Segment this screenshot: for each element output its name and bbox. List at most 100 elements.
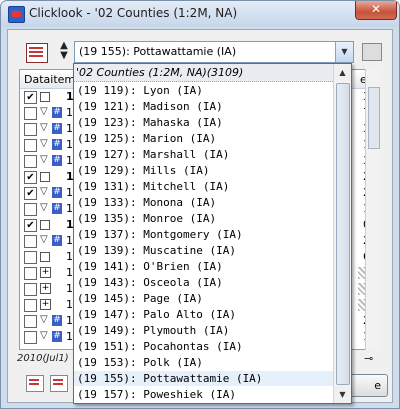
dropdown-item-label: (19 157): Poweshiek (IA)	[77, 388, 236, 401]
title-bar[interactable]: Clicklook - '02 Counties (1:2M, NA) ✕	[1, 1, 399, 27]
dropdown-item[interactable]: (19 151): Pocahontas (IA)	[74, 339, 333, 354]
expand-triangle-icon[interactable]: ▽	[40, 106, 48, 117]
dropdown-item-label: (19 143): Osceola (IA)	[77, 276, 223, 289]
layer-square-icon	[40, 172, 50, 182]
dropdown-item-label: (19 121): Madison (IA)	[77, 100, 223, 113]
down-arrow-icon[interactable]: ▼	[58, 51, 70, 61]
layer-square-icon	[40, 252, 50, 262]
expand-triangle-icon[interactable]: ▽	[40, 234, 48, 245]
combo-dropdown-list[interactable]: '02 Counties (1:2M, NA)(3109) ▲ ▼ (19 11…	[73, 63, 352, 404]
row-checkbox[interactable]	[24, 107, 37, 120]
number-attribute-icon: #	[52, 107, 62, 118]
dropdown-item[interactable]: (19 145): Page (IA)	[74, 291, 333, 306]
number-attribute-icon: #	[52, 123, 62, 134]
dropdown-item[interactable]: (19 119): Lyon (IA)	[74, 83, 333, 98]
dropdown-item[interactable]: (19 153): Polk (IA)	[74, 355, 333, 370]
dropdown-item[interactable]: (19 139): Muscatine (IA)	[74, 243, 333, 258]
row-checkbox[interactable]	[24, 331, 37, 344]
expand-triangle-icon[interactable]: ▽	[40, 202, 48, 213]
row-checkbox[interactable]	[24, 203, 37, 216]
row-checkbox[interactable]	[24, 139, 37, 152]
expand-triangle-icon[interactable]: ▽	[40, 138, 48, 149]
number-attribute-icon: #	[52, 331, 62, 342]
scroll-down-icon[interactable]: ▼	[334, 386, 351, 403]
number-attribute-icon: #	[52, 139, 62, 150]
expand-triangle-icon[interactable]: ▽	[40, 154, 48, 165]
dropdown-item[interactable]: (19 129): Mills (IA)	[74, 163, 333, 178]
dropdown-item[interactable]: (19 127): Marshall (IA)	[74, 147, 333, 162]
layer-square-icon	[40, 220, 50, 230]
dropdown-item-label: (19 145): Page (IA)	[77, 292, 203, 305]
expand-plus-icon[interactable]: +	[40, 267, 51, 278]
expand-triangle-icon[interactable]: ▽	[40, 122, 48, 133]
expand-plus-icon[interactable]: +	[40, 299, 51, 310]
expand-triangle-icon[interactable]: ▽	[40, 186, 48, 197]
dropdown-item-label: (19 133): Monona (IA)	[77, 196, 217, 209]
dropdown-item[interactable]: (19 133): Monona (IA)	[74, 195, 333, 210]
row-checkbox[interactable]	[24, 267, 37, 280]
row-checkbox[interactable]: ✔	[24, 91, 37, 104]
dropdown-item-label: (19 153): Polk (IA)	[77, 356, 203, 369]
row-checkbox[interactable]	[24, 251, 37, 264]
row-checkbox[interactable]	[24, 283, 37, 296]
dropdown-item-label: (19 139): Muscatine (IA)	[77, 244, 236, 257]
layer-list-icon[interactable]	[26, 43, 48, 63]
column-header-dataitem[interactable]: Dataitem	[24, 73, 75, 86]
dropdown-item-label: (19 119): Lyon (IA)	[77, 84, 203, 97]
row-label: 1	[66, 202, 73, 215]
dropdown-item-label: (19 151): Pocahontas (IA)	[77, 340, 243, 353]
up-down-buttons[interactable]: ▲ ▼	[58, 41, 70, 63]
row-checkbox[interactable]	[24, 299, 37, 312]
list-scrollbar-thumb[interactable]	[368, 87, 380, 149]
dropdown-item[interactable]: (19 157): Poweshiek (IA)	[74, 387, 333, 402]
check-all-icon[interactable]	[26, 375, 44, 392]
row-checkbox[interactable]	[24, 123, 37, 136]
window-close-button[interactable]: ✕	[355, 1, 397, 20]
row-checkbox[interactable]: ✔	[24, 171, 37, 184]
dropdown-item[interactable]: (19 147): Palo Alto (IA)	[74, 307, 333, 322]
combo-dropdown-button[interactable]: ▼	[335, 42, 353, 62]
app-icon	[8, 6, 25, 23]
dropdown-scrollbar-thumb[interactable]	[336, 83, 350, 385]
dropdown-item[interactable]: (19 125): Marion (IA)	[74, 131, 333, 146]
row-label: 1	[66, 186, 73, 199]
dropdown-item-label: (19 149): Plymouth (IA)	[77, 324, 230, 337]
expand-plus-icon[interactable]: +	[40, 283, 51, 294]
dropdown-item[interactable]: (19 143): Osceola (IA)	[74, 275, 333, 290]
layer-square-icon	[40, 92, 50, 102]
dropdown-item[interactable]: (19 135): Monroe (IA)	[74, 211, 333, 226]
dropdown-item-label: (19 155): Pottawattamie (IA)	[77, 372, 263, 385]
expand-triangle-icon[interactable]: ▽	[40, 330, 48, 341]
row-checkbox[interactable]: ✔	[24, 187, 37, 200]
scroll-up-icon[interactable]: ▲	[334, 64, 351, 81]
link-icon[interactable]: ⊸	[364, 352, 373, 365]
number-attribute-icon: #	[52, 235, 62, 246]
number-attribute-icon: #	[52, 155, 62, 166]
expand-triangle-icon[interactable]: ▽	[40, 314, 48, 325]
dropdown-scrollbar[interactable]: ▲ ▼	[333, 64, 351, 403]
dropdown-item[interactable]: (19 123): Mahaska (IA)	[74, 115, 333, 130]
number-attribute-icon: #	[52, 203, 62, 214]
dropdown-item[interactable]: (19 155): Pottawattamie (IA)	[74, 371, 333, 386]
row-label: 1	[66, 122, 73, 135]
number-attribute-icon: #	[52, 187, 62, 198]
dropdown-item[interactable]: (19 131): Mitchell (IA)	[74, 179, 333, 194]
row-checkbox[interactable]	[24, 235, 37, 248]
uncheck-all-icon[interactable]	[50, 375, 68, 392]
pick-tool-icon[interactable]	[362, 43, 382, 61]
dropdown-item[interactable]: (19 149): Plymouth (IA)	[74, 323, 333, 338]
list-scrollbar[interactable]	[365, 69, 380, 350]
row-label: 1	[66, 106, 73, 119]
row-label: 1	[66, 314, 73, 327]
row-label: 1	[66, 154, 73, 167]
feature-combobox[interactable]: (19 155): Pottawattamie (IA) ▼	[74, 41, 354, 63]
dropdown-item[interactable]: (19 141): O'Brien (IA)	[74, 259, 333, 274]
number-attribute-icon: #	[52, 315, 62, 326]
dropdown-item[interactable]: (19 121): Madison (IA)	[74, 99, 333, 114]
dropdown-item[interactable]: (19 137): Montgomery (IA)	[74, 227, 333, 242]
row-checkbox[interactable]: ✔	[24, 219, 37, 232]
window-title: Clicklook - '02 Counties (1:2M, NA)	[29, 6, 238, 20]
row-checkbox[interactable]	[24, 155, 37, 168]
dropdown-item-label: (19 137): Montgomery (IA)	[77, 228, 243, 241]
row-checkbox[interactable]	[24, 315, 37, 328]
